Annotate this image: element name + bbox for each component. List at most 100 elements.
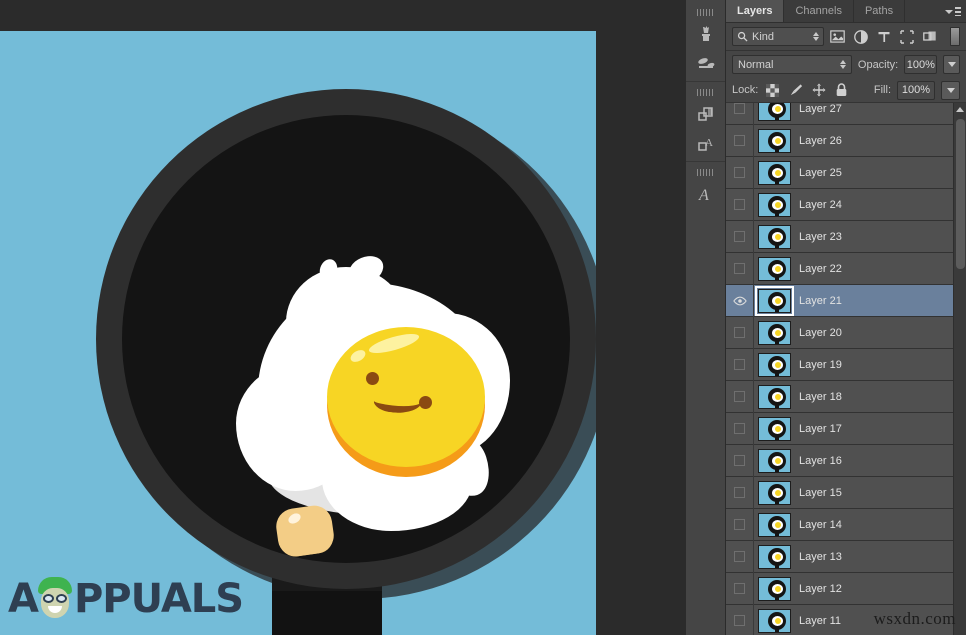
layer-visibility-toggle[interactable] (726, 317, 754, 349)
layer-row[interactable]: Layer 26 (726, 125, 953, 157)
layer-visibility-eye[interactable] (726, 285, 754, 317)
layer-visibility-toggle[interactable] (726, 509, 754, 541)
visibility-checkbox[interactable] (734, 359, 745, 370)
visibility-checkbox[interactable] (734, 231, 745, 242)
layer-visibility-toggle[interactable] (726, 221, 754, 253)
layer-thumbnail[interactable] (758, 449, 791, 473)
visibility-checkbox[interactable] (734, 551, 745, 562)
opacity-slider-button[interactable] (943, 55, 960, 74)
tab-paths[interactable]: Paths (854, 0, 905, 22)
visibility-checkbox[interactable] (734, 583, 745, 594)
layer-row[interactable]: Layer 17 (726, 413, 953, 445)
dock-grip-3[interactable] (697, 169, 715, 176)
clone-stamp-icon[interactable] (688, 49, 724, 79)
layer-row[interactable]: Layer 15 (726, 477, 953, 509)
paragraph-icon[interactable] (688, 99, 724, 129)
tab-channels[interactable]: Channels (784, 0, 853, 22)
layer-visibility-toggle[interactable] (726, 605, 754, 635)
layer-visibility-toggle[interactable] (726, 381, 754, 413)
layer-row[interactable]: Layer 16 (726, 445, 953, 477)
character-icon[interactable]: A (688, 129, 724, 159)
brush-icon[interactable] (688, 19, 724, 49)
layer-row[interactable]: Layer 22 (726, 253, 953, 285)
blend-mode-select[interactable]: Normal (732, 55, 852, 74)
layer-visibility-toggle[interactable] (726, 349, 754, 381)
layer-row[interactable]: Layer 25 (726, 157, 953, 189)
layer-visibility-toggle[interactable] (726, 477, 754, 509)
shape-layer-filter-icon[interactable] (897, 27, 916, 46)
smart-object-filter-icon[interactable] (920, 27, 939, 46)
scrollbar-thumb[interactable] (956, 119, 965, 269)
layer-row[interactable]: Layer 23 (726, 221, 953, 253)
layer-visibility-toggle[interactable] (726, 413, 754, 445)
layer-thumbnail[interactable] (758, 193, 791, 217)
type-layer-filter-icon[interactable] (874, 27, 893, 46)
italic-a-icon[interactable]: A (688, 179, 724, 209)
visibility-checkbox[interactable] (734, 519, 745, 530)
lock-transparent-pixels-icon[interactable] (764, 82, 781, 99)
fill-slider-button[interactable] (941, 81, 960, 100)
visibility-checkbox[interactable] (734, 135, 745, 146)
filter-kind-select[interactable]: Kind (732, 27, 824, 46)
visibility-checkbox[interactable] (734, 167, 745, 178)
layer-thumbnail[interactable] (758, 513, 791, 537)
layer-thumbnail[interactable] (758, 609, 791, 633)
layer-thumbnail[interactable] (758, 353, 791, 377)
layer-thumbnail[interactable] (758, 417, 791, 441)
visibility-checkbox[interactable] (734, 423, 745, 434)
layer-row[interactable]: Layer 13 (726, 541, 953, 573)
tab-layers[interactable]: Layers (726, 0, 784, 22)
dock-grip[interactable] (697, 9, 715, 16)
layer-visibility-toggle[interactable] (726, 103, 754, 125)
opacity-value[interactable]: 100% (904, 55, 937, 74)
layer-thumbnail[interactable] (758, 129, 791, 153)
layer-thumbnail[interactable] (758, 481, 791, 505)
layer-thumbnail[interactable] (758, 103, 791, 121)
lock-position-icon[interactable] (810, 82, 827, 99)
layer-visibility-toggle[interactable] (726, 573, 754, 605)
lock-image-pixels-icon[interactable] (787, 82, 804, 99)
blend-mode-stepper[interactable] (840, 60, 846, 69)
visibility-checkbox[interactable] (734, 615, 745, 626)
layer-row[interactable]: Layer 18 (726, 381, 953, 413)
layer-visibility-toggle[interactable] (726, 541, 754, 573)
layer-list[interactable]: Layer 27Layer 26Layer 25Layer 24Layer 23… (726, 103, 966, 635)
layer-row[interactable]: Layer 24 (726, 189, 953, 221)
layer-thumbnail[interactable] (758, 321, 791, 345)
visibility-checkbox[interactable] (734, 103, 745, 114)
layer-thumbnail[interactable] (758, 161, 791, 185)
visibility-checkbox[interactable] (734, 487, 745, 498)
visibility-checkbox[interactable] (734, 455, 745, 466)
filter-enable-toggle[interactable] (950, 27, 960, 46)
layer-thumbnail[interactable] (758, 545, 791, 569)
visibility-checkbox[interactable] (734, 263, 745, 274)
layer-row[interactable]: Layer 20 (726, 317, 953, 349)
layer-thumbnail[interactable] (758, 577, 791, 601)
layer-visibility-toggle[interactable] (726, 125, 754, 157)
panel-menu-icon[interactable] (945, 5, 961, 18)
image-canvas[interactable]: A PPUALS (0, 31, 596, 635)
layer-list-scrollbar[interactable] (953, 103, 966, 635)
pixel-layer-filter-icon[interactable] (828, 27, 847, 46)
adjustment-layer-filter-icon[interactable] (851, 27, 870, 46)
layer-thumbnail[interactable] (758, 289, 791, 313)
dock-grip-2[interactable] (697, 89, 715, 96)
fill-value[interactable]: 100% (897, 81, 935, 100)
layer-row[interactable]: Layer 27 (726, 103, 953, 125)
lock-all-icon[interactable] (833, 82, 850, 99)
visibility-checkbox[interactable] (734, 391, 745, 402)
layer-visibility-toggle[interactable] (726, 157, 754, 189)
layer-row[interactable]: Layer 12 (726, 573, 953, 605)
layer-thumbnail[interactable] (758, 257, 791, 281)
layer-thumbnail[interactable] (758, 225, 791, 249)
layer-visibility-toggle[interactable] (726, 189, 754, 221)
filter-kind-stepper[interactable] (813, 32, 819, 41)
layer-row[interactable]: Layer 21 (726, 285, 953, 317)
layer-visibility-toggle[interactable] (726, 445, 754, 477)
layer-visibility-toggle[interactable] (726, 253, 754, 285)
layer-row[interactable]: Layer 14 (726, 509, 953, 541)
visibility-checkbox[interactable] (734, 327, 745, 338)
visibility-checkbox[interactable] (734, 199, 745, 210)
scroll-up-arrow-icon[interactable] (954, 103, 966, 116)
layer-row[interactable]: Layer 19 (726, 349, 953, 381)
